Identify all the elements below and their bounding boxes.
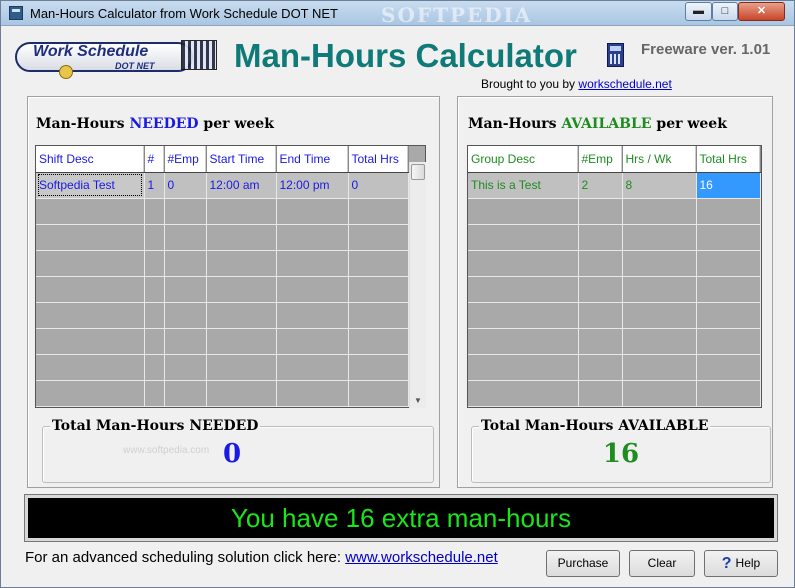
purchase-button[interactable]: Purchase [546, 550, 620, 577]
empty-row[interactable] [36, 354, 409, 381]
window-title: Man-Hours Calculator from Work Schedule … [30, 6, 339, 21]
workschedule-link[interactable]: workschedule.net [578, 77, 671, 91]
maximize-button[interactable]: □ [712, 2, 738, 21]
available-grid[interactable]: Group Desc #Emp Hrs / Wk Total Hrs This … [467, 145, 762, 408]
status-message: You have 16 extra man-hours [230, 503, 572, 533]
logo-text: Work Schedule [33, 43, 149, 60]
empty-row[interactable] [36, 328, 409, 355]
footer-prompt-text: For an advanced scheduling solution clic… [25, 549, 342, 566]
total-needed-label: Total Man-Hours NEEDED [50, 418, 261, 434]
needed-heading: Man-Hours NEEDED per week [36, 116, 274, 132]
version-label: Freeware ver. 1.01 [641, 41, 771, 58]
cell-end-time[interactable]: 12:00 pm [276, 172, 349, 199]
close-button[interactable]: ✕ [738, 2, 785, 21]
needed-grid[interactable]: Shift Desc # #Emp Start Time End Time To… [35, 145, 426, 408]
minimize-icon: ▬ [693, 5, 704, 17]
empty-row[interactable] [36, 302, 409, 329]
col-hrs-per-wk[interactable]: Hrs / Wk [622, 146, 697, 173]
scrollbar-thumb[interactable] [411, 164, 425, 180]
col-total-hrs[interactable]: Total Hrs [696, 146, 761, 173]
brought-prefix: Brought to you by [481, 77, 576, 91]
col-end-time[interactable]: End Time [276, 146, 349, 173]
col-emp[interactable]: #Emp [164, 146, 207, 173]
cell-hrs-per-wk[interactable]: 8 [622, 172, 697, 199]
close-icon: ✕ [756, 5, 767, 17]
col-start-time[interactable]: Start Time [206, 146, 277, 173]
scroll-down-icon[interactable]: ▼ [414, 396, 422, 405]
cell-start-time[interactable]: 12:00 am [206, 172, 277, 199]
empty-row[interactable] [36, 224, 409, 251]
available-heading-highlight: AVAILABLE [561, 116, 652, 132]
calendar-grid-icon [181, 40, 217, 70]
cell-group-desc[interactable]: This is a Test [468, 172, 579, 199]
help-icon: ? [721, 555, 732, 572]
app-window: Man-Hours Calculator from Work Schedule … [0, 0, 795, 588]
maximize-icon: □ [721, 5, 729, 17]
total-needed-value: 0 [222, 439, 242, 469]
clear-button[interactable]: Clear [629, 550, 695, 577]
cell-total-hrs[interactable]: 0 [348, 172, 409, 199]
empty-row[interactable] [468, 276, 761, 303]
clock-icon [59, 65, 73, 79]
empty-row[interactable] [468, 380, 761, 407]
col-group-desc[interactable]: Group Desc [468, 146, 579, 173]
total-needed-box: Total Man-Hours NEEDED www.softpedia.com… [42, 418, 434, 483]
app-title: Man-Hours Calculator [234, 37, 577, 74]
total-available-label: Total Man-Hours AVAILABLE [479, 418, 711, 434]
cell-total-hrs[interactable]: 16 [696, 172, 761, 199]
available-header-row: Group Desc #Emp Hrs / Wk Total Hrs [468, 146, 761, 173]
purchase-label: Purchase [557, 556, 609, 570]
total-available-value: 16 [602, 439, 640, 469]
col-number[interactable]: # [144, 146, 165, 173]
cell-emp[interactable]: 0 [164, 172, 207, 199]
needed-scrollbar[interactable]: ▼ [409, 162, 426, 408]
needed-heading-pre: Man-Hours [36, 116, 125, 132]
empty-row[interactable] [36, 198, 409, 225]
available-heading: Man-Hours AVAILABLE per week [468, 116, 727, 132]
workschedule-url-link[interactable]: www.workschedule.net [345, 549, 498, 566]
needed-heading-highlight: NEEDED [129, 116, 199, 132]
app-icon [9, 6, 23, 20]
table-row[interactable]: Softpedia Test 1 0 12:00 am 12:00 pm 0 [36, 172, 409, 199]
empty-row[interactable] [36, 250, 409, 277]
cell-number[interactable]: 1 [144, 172, 165, 199]
clear-label: Clear [647, 556, 677, 570]
empty-row[interactable] [468, 302, 761, 329]
empty-row[interactable] [468, 198, 761, 225]
status-display: You have 16 extra man-hours [24, 494, 778, 542]
empty-row[interactable] [468, 224, 761, 251]
softpedia-watermark: SOFTPEDIA [381, 3, 533, 27]
logo-subtext: DOT NET [115, 61, 155, 71]
empty-row[interactable] [468, 354, 761, 381]
total-available-box: Total Man-Hours AVAILABLE 16 [471, 418, 771, 483]
cell-emp[interactable]: 2 [578, 172, 623, 199]
empty-row[interactable] [468, 328, 761, 355]
footer-prompt: For an advanced scheduling solution clic… [25, 549, 498, 566]
col-total-hrs[interactable]: Total Hrs [348, 146, 409, 173]
title-bar[interactable]: Man-Hours Calculator from Work Schedule … [1, 1, 794, 27]
cell-shift-desc[interactable]: Softpedia Test [36, 172, 145, 199]
calculator-icon [607, 43, 624, 67]
empty-row[interactable] [36, 380, 409, 407]
needed-header-row: Shift Desc # #Emp Start Time End Time To… [36, 146, 409, 173]
minimize-button[interactable]: ▬ [685, 2, 712, 21]
table-row[interactable]: This is a Test 2 8 16 [468, 172, 761, 199]
needed-heading-post: per week [203, 116, 274, 132]
col-shift-desc[interactable]: Shift Desc [36, 146, 145, 173]
col-emp[interactable]: #Emp [578, 146, 623, 173]
available-heading-post: per week [656, 116, 727, 132]
available-heading-pre: Man-Hours [468, 116, 557, 132]
help-button[interactable]: ? Help [704, 550, 778, 577]
help-label: Help [735, 556, 761, 570]
empty-row[interactable] [36, 276, 409, 303]
brought-to-you: Brought to you by workschedule.net [481, 77, 672, 91]
empty-row[interactable] [468, 250, 761, 277]
work-schedule-logo: Work Schedule DOT NET [15, 38, 217, 79]
